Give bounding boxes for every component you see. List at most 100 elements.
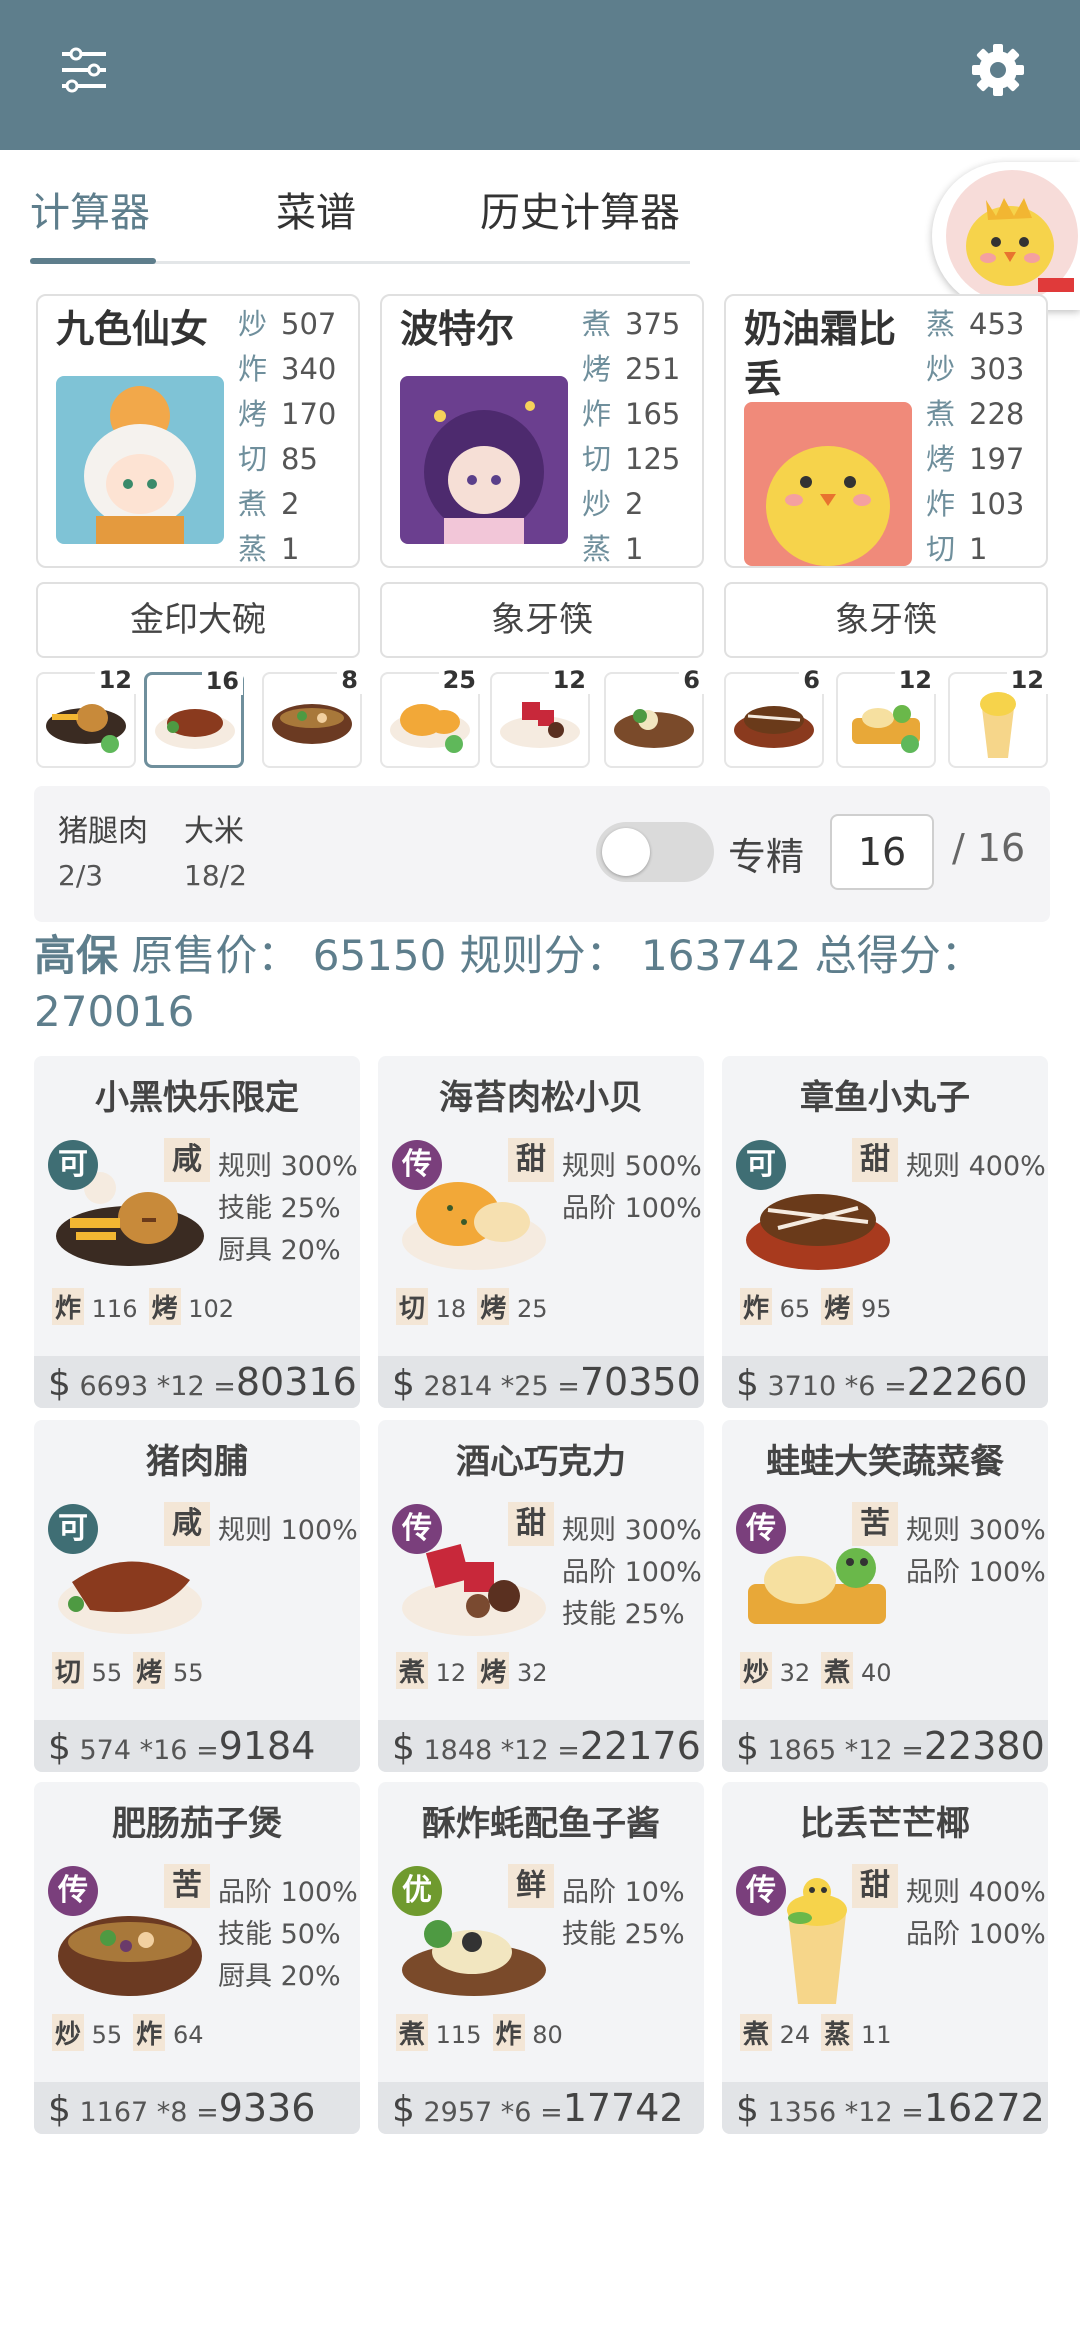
dish-card[interactable]: 小黑快乐限定 可 咸 规则 300% 技能 25% 厨具 20% 炸 116 烤…: [34, 1056, 360, 1408]
dish-card[interactable]: 章鱼小丸子 可 甜 规则 400% 炸 65 烤 95 $ 3710 *6 =2…: [722, 1056, 1048, 1408]
dish-card[interactable]: 酒心巧克力 传 甜 规则 300% 品阶 100% 技能 25% 煮 12 烤 …: [378, 1420, 704, 1772]
chef-card[interactable]: 九色仙女 炒 507 炸 340 烤 170 切 85 煮2 蒸1: [36, 294, 360, 568]
rarity-badge: 传: [392, 1140, 442, 1190]
equipment-button[interactable]: 金印大碗: [36, 582, 360, 658]
skill-req: 煮 12: [396, 1652, 466, 1689]
dish-card[interactable]: 酥炸蚝配鱼子酱 优 鲜 品阶 10% 技能 25% 煮 115 炸 80 $ 2…: [378, 1782, 704, 2134]
skill-req: 切 18: [396, 1288, 466, 1325]
chef-stats: 炒 507 炸 340 烤 170 切 85 煮2 蒸1: [238, 302, 358, 572]
buff-item: 厨具 20%: [218, 1961, 341, 1992]
gear-icon[interactable]: [966, 38, 1030, 102]
slot-count: 12: [1006, 666, 1048, 694]
taste-tag: 咸: [164, 1138, 210, 1182]
stat-row: 炸 165: [582, 397, 681, 431]
slot-count: 16: [201, 667, 243, 695]
dish-card[interactable]: 蛙蛙大笑蔬菜餐 传 苦 规则 300% 品阶 100% 炒 32 煮 40 $ …: [722, 1420, 1048, 1772]
skill-req: 炸 116: [52, 1288, 137, 1325]
buff-list: 规则 400%: [906, 1146, 1046, 1188]
dish-card[interactable]: 比丢芒芒椰 传 甜 规则 400% 品阶 100% 煮 24 蒸 11 $ 13…: [722, 1782, 1048, 2134]
chef-portrait: [400, 376, 568, 544]
buff-item: 规则 300%: [562, 1515, 702, 1546]
chef-portrait: [56, 376, 224, 544]
dish-title: 肥肠茄子煲: [112, 1804, 282, 1844]
taste-tag: 苦: [852, 1502, 898, 1546]
taste-tag: 鲜: [508, 1864, 554, 1908]
dish-slot[interactable]: 6: [604, 666, 704, 768]
slot-count: 12: [894, 666, 936, 694]
taste-tag: 苦: [164, 1864, 210, 1908]
skill-req: 炒 32: [740, 1652, 810, 1689]
skill-req: 煮 115: [396, 2014, 481, 2051]
dish-slot[interactable]: 12: [490, 666, 590, 768]
skill-requirements: 炸 116 烤 102: [52, 1288, 240, 1328]
slot-count: 12: [94, 666, 136, 694]
stat-row: 煮 375: [582, 307, 681, 341]
buff-item: 技能 50%: [218, 1919, 341, 1950]
dish-slot[interactable]: 12: [836, 666, 936, 768]
specialize-toggle[interactable]: [596, 822, 714, 882]
equipment-button[interactable]: 象牙筷: [380, 582, 704, 658]
avatar[interactable]: [932, 162, 1080, 310]
dish-title: 酥炸蚝配鱼子酱: [422, 1804, 660, 1844]
ingredients-panel: 猪腿肉 2/3 大米 18/2 专精 16 / 16: [34, 786, 1050, 922]
rarity-badge: 可: [48, 1140, 98, 1190]
buff-item: 规则 500%: [562, 1151, 702, 1182]
price-row: $ 6693 *12 =80316: [34, 1356, 360, 1408]
stat-row: 炒2: [582, 487, 644, 521]
dish-slot[interactable]: 12: [36, 666, 136, 768]
sliders-icon[interactable]: [52, 38, 116, 102]
dish-slot[interactable]: 6: [724, 666, 824, 768]
chef-stats: 蒸 453 炒 303 煮 228 烤 197 炸 103 切1: [926, 302, 1046, 572]
dish-slot[interactable]: 25: [380, 666, 480, 768]
dish-slot-selected[interactable]: 16: [144, 667, 244, 768]
chef-name: 波特尔: [400, 307, 515, 351]
buff-item: 品阶 100%: [906, 1557, 1046, 1588]
skill-req: 蒸 11: [821, 2014, 892, 2051]
buff-item: 规则 300%: [906, 1515, 1046, 1546]
ingredient-item: 大米 18/2: [184, 814, 247, 894]
chef-card[interactable]: 奶油霜比丢 蒸 453 炒 303 煮 228 烤 197 炸 103 切1: [724, 294, 1048, 568]
dish-slot[interactable]: 8: [262, 666, 362, 768]
specialize-label: 专精: [728, 835, 805, 879]
dish-slot[interactable]: 12: [948, 666, 1048, 768]
dish-card[interactable]: 猪肉脯 可 咸 规则 100% 切 55 烤 55 $ 574 *16 =918…: [34, 1420, 360, 1772]
stat-row: 煮2: [238, 487, 300, 521]
dish-title: 比丢芒芒椰: [800, 1804, 970, 1844]
skill-req: 炸 80: [492, 2014, 563, 2051]
price-row: $ 2957 *6 =17742: [378, 2082, 704, 2134]
stat-row: 蒸1: [238, 532, 300, 566]
buff-item: 品阶 100%: [218, 1877, 358, 1908]
skill-req: 烤 32: [477, 1652, 548, 1689]
chef-card[interactable]: 波特尔 煮 375 烤 251 炸 165 切 125 炒2 蒸1: [380, 294, 704, 568]
equipment-button[interactable]: 象牙筷: [724, 582, 1048, 658]
buff-item: 品阶 100%: [562, 1193, 702, 1224]
tab-recipes[interactable]: 菜谱: [276, 180, 356, 238]
skill-req: 切 55: [52, 1652, 122, 1689]
taste-tag: 甜: [508, 1502, 554, 1546]
buff-list: 规则 300% 技能 25% 厨具 20%: [218, 1146, 358, 1272]
price-row: $ 1848 *12 =22176: [378, 1720, 704, 1772]
dish-card[interactable]: 海苔肉松小贝 传 甜 规则 500% 品阶 100% 切 18 烤 25 $ 2…: [378, 1056, 704, 1408]
tab-history-calculator[interactable]: 历史计算器: [480, 180, 680, 238]
stat-row: 炸 103: [926, 487, 1025, 521]
buff-item: 技能 25%: [562, 1919, 685, 1950]
tab-calculator[interactable]: 计算器: [30, 180, 150, 238]
buff-list: 规则 300% 品阶 100%: [906, 1510, 1046, 1594]
buff-item: 品阶 10%: [562, 1877, 685, 1908]
specialize-count-input[interactable]: 16: [830, 814, 934, 890]
toggle-knob: [602, 828, 650, 876]
rarity-badge: 优: [392, 1866, 442, 1916]
grade-label: 高保: [34, 931, 119, 980]
taste-tag: 甜: [852, 1138, 898, 1182]
tab-active-indicator: [30, 258, 156, 264]
slot-count: 12: [548, 666, 590, 694]
buff-item: 规则 400%: [906, 1151, 1046, 1182]
rarity-badge: 可: [736, 1140, 786, 1190]
stat-row: 烤 197: [926, 442, 1025, 476]
price-row: $ 574 *16 =9184: [34, 1720, 360, 1772]
slot-count: 6: [799, 666, 824, 694]
skill-req: 煮 24: [740, 2014, 810, 2051]
dish-card[interactable]: 肥肠茄子煲 传 苦 品阶 100% 技能 50% 厨具 20% 炒 55 炸 6…: [34, 1782, 360, 2134]
stat-row: 烤 170: [238, 397, 337, 431]
buff-item: 品阶 100%: [906, 1919, 1046, 1950]
